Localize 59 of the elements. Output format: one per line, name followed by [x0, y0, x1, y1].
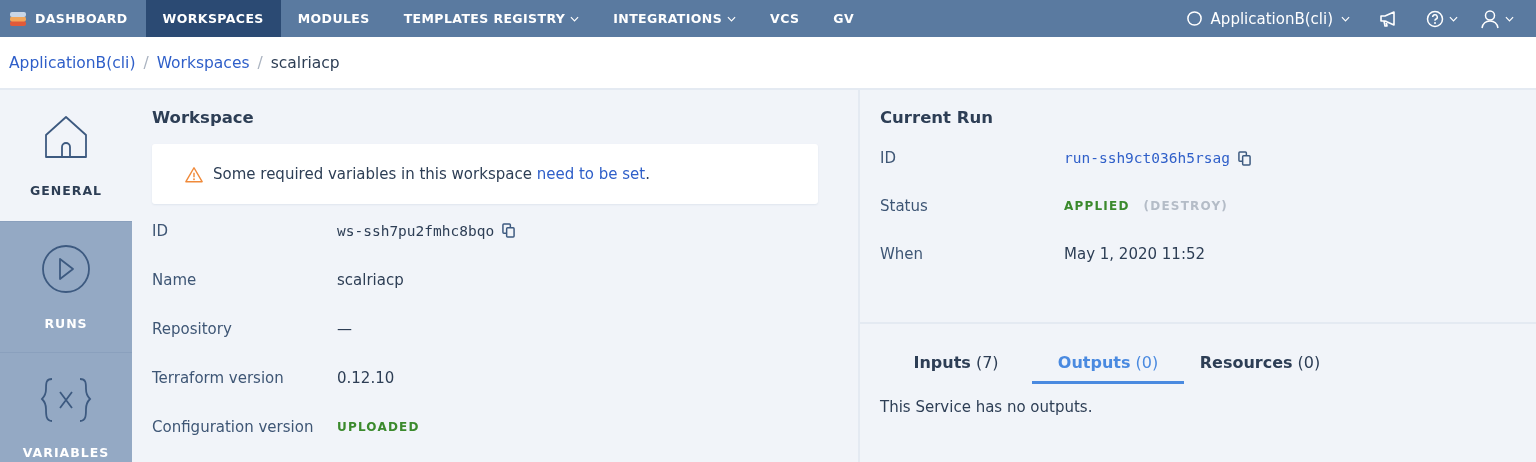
- set-variables-link[interactable]: need to be set: [536, 165, 646, 183]
- breadcrumb-link[interactable]: Workspaces: [156, 53, 250, 72]
- field-label: Name: [152, 270, 198, 289]
- user-menu[interactable]: [1480, 8, 1514, 29]
- copy-icon[interactable]: [1237, 150, 1251, 166]
- caret-icon: [1449, 15, 1458, 22]
- variable-icon: [40, 376, 92, 423]
- field-label: Repository: [152, 319, 233, 338]
- field-value: May 1, 2020 11:52: [1064, 245, 1206, 263]
- nav-tab[interactable]: MODULES: [280, 0, 387, 37]
- workspace-id: ws-ssh7pu2fmhc8bqo: [337, 222, 495, 239]
- status-label: APPLIED: [1064, 199, 1130, 213]
- tab[interactable]: Inputs (7): [880, 344, 1032, 384]
- breadcrumb-current: scalriacp: [270, 53, 340, 72]
- breadcrumb-separator: /: [257, 53, 263, 72]
- field-value: —: [337, 319, 352, 338]
- stack-logo-icon: [9, 9, 27, 28]
- section-title: Current Run: [880, 108, 994, 127]
- field-label: Status: [880, 197, 929, 215]
- environment-selector[interactable]: ApplicationB(cli): [1185, 9, 1350, 28]
- megaphone-icon[interactable]: [1378, 9, 1398, 28]
- user-icon: [1480, 8, 1500, 29]
- circle-icon: [1185, 10, 1203, 27]
- copy-icon[interactable]: [502, 223, 516, 238]
- caret-icon: [1505, 15, 1514, 22]
- breadcrumb-separator: /: [143, 53, 149, 72]
- run-id-link[interactable]: run-ssh9ct036h5rsag: [1064, 150, 1230, 166]
- tab[interactable]: Outputs (0): [1032, 344, 1184, 384]
- status-note: (DESTROY): [1143, 199, 1228, 213]
- nav-tab[interactable]: INTEGRATIONS: [596, 0, 754, 37]
- dashboard-link[interactable]: DASHBOARD: [0, 0, 146, 37]
- field-value: 0.12.10: [337, 368, 395, 387]
- field-label: Terraform version: [152, 368, 285, 387]
- caret-icon: [570, 15, 580, 22]
- caret-icon: [727, 15, 737, 22]
- alert-message: Some required variables in this workspace need to be set.: [213, 165, 650, 183]
- caret-icon: [1341, 15, 1350, 22]
- help-menu[interactable]: [1426, 9, 1458, 28]
- nav-tab[interactable]: VCS: [753, 0, 817, 37]
- field-label: When: [880, 245, 925, 263]
- field-value: scalriacp: [337, 270, 404, 289]
- warning-icon: [185, 165, 203, 183]
- help-icon: [1426, 9, 1444, 28]
- tab[interactable]: Resources (0): [1184, 344, 1336, 384]
- nav-tab[interactable]: GV: [816, 0, 872, 37]
- field-label: ID: [880, 149, 897, 167]
- play-icon: [41, 243, 91, 294]
- status-label: UPLOADED: [337, 419, 420, 434]
- breadcrumb-link[interactable]: ApplicationB(cli): [9, 53, 136, 72]
- home-icon: [42, 113, 90, 161]
- field-label: Configuration version: [152, 417, 315, 436]
- sidebar-item[interactable]: GENERAL: [0, 90, 132, 222]
- nav-tab[interactable]: WORKSPACES: [145, 0, 281, 37]
- sidebar-item[interactable]: VARIABLES: [0, 353, 132, 462]
- empty-message: This Service has no outputs.: [880, 398, 1094, 416]
- nav-tab[interactable]: TEMPLATES REGISTRY: [386, 0, 597, 37]
- sidebar-item[interactable]: RUNS: [0, 222, 132, 353]
- field-label: ID: [152, 221, 169, 240]
- section-title: Workspace: [152, 108, 255, 127]
